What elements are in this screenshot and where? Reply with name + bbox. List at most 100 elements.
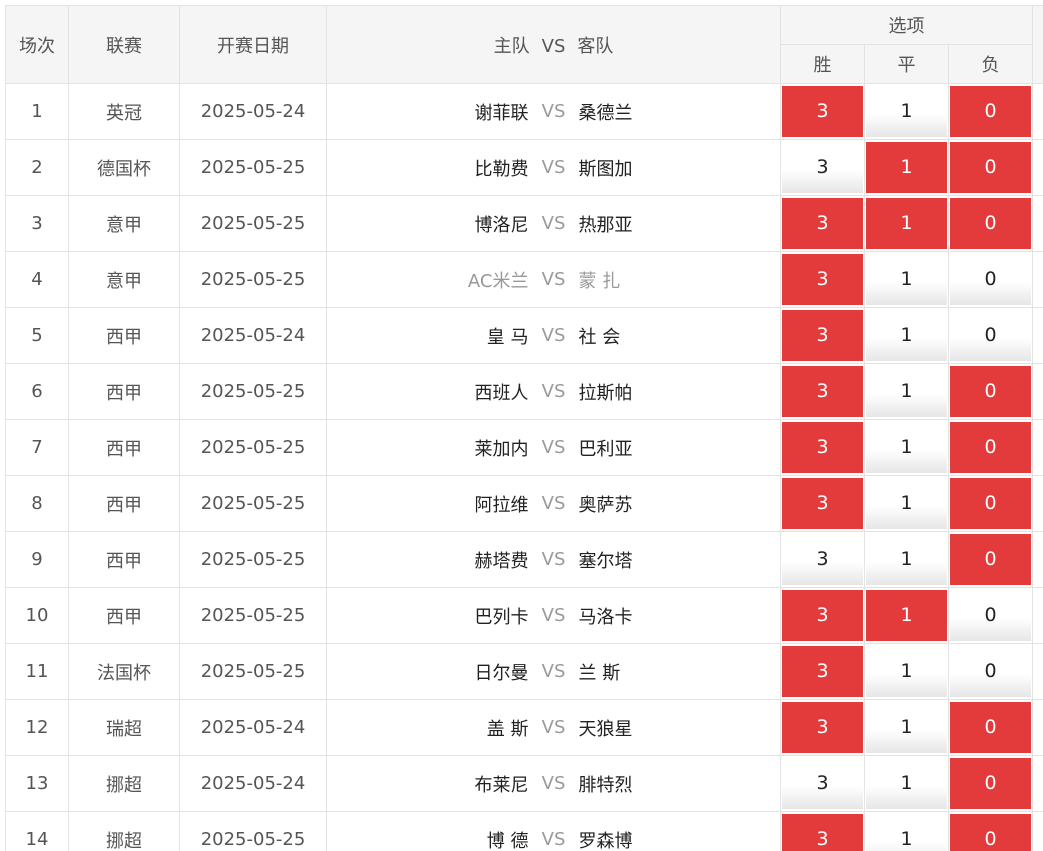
- option-draw-button[interactable]: 1: [866, 86, 947, 137]
- option-win-button[interactable]: 3: [782, 534, 863, 585]
- option-lose-button[interactable]: 0: [950, 422, 1032, 473]
- table-row: 3 意甲 2025-05-25 博洛尼 VS 热那亚 3 1 0: [5, 195, 1043, 252]
- option-win-button[interactable]: 3: [782, 646, 863, 697]
- option-win-button[interactable]: 3: [782, 142, 863, 193]
- lottery-table-container: 场次 联赛 开赛日期 主队 VS 客队 选项 胜 平 负 1 英冠 2025-05-24…: [5, 5, 1043, 851]
- option-draw-button[interactable]: 1: [866, 366, 947, 417]
- option-lose-button[interactable]: 0: [950, 366, 1032, 417]
- row-extra-cell: [1032, 811, 1043, 851]
- row-extra-cell: [1032, 587, 1043, 644]
- option-lose-button[interactable]: 0: [950, 702, 1032, 753]
- table-header: 场次 联赛 开赛日期 主队 VS 客队 选项 胜 平 负: [5, 5, 1043, 84]
- away-team: 桑德兰: [578, 102, 633, 124]
- option-draw-cell: 1: [864, 531, 949, 588]
- option-lose-button[interactable]: 0: [950, 478, 1032, 529]
- option-draw-button[interactable]: 1: [866, 646, 947, 697]
- option-draw-cell: 1: [864, 643, 949, 700]
- option-draw-button[interactable]: 1: [866, 142, 947, 193]
- away-team: 腓特烈: [578, 774, 633, 796]
- away-team: 兰 斯: [578, 662, 621, 684]
- match-number: 5: [5, 307, 69, 364]
- row-extra-cell: [1032, 419, 1043, 476]
- option-draw-button[interactable]: 1: [866, 590, 947, 641]
- option-win-cell: 3: [780, 699, 865, 756]
- option-win-button[interactable]: 3: [782, 478, 863, 529]
- option-lose-cell: 0: [947, 195, 1034, 252]
- option-lose-button[interactable]: 0: [950, 142, 1032, 193]
- home-team: 赫塔费: [474, 550, 529, 572]
- option-draw-cell: 1: [864, 307, 949, 364]
- vs-label: VS: [541, 101, 566, 122]
- away-team: 奥萨苏: [578, 494, 633, 516]
- away-team: 社 会: [578, 326, 621, 348]
- row-extra-cell: [1032, 475, 1043, 532]
- option-lose-cell: 0: [947, 83, 1034, 140]
- option-win-cell: 3: [780, 475, 865, 532]
- option-lose-button[interactable]: 0: [950, 534, 1032, 585]
- option-draw-button[interactable]: 1: [866, 254, 947, 305]
- match-league: 挪超: [68, 755, 180, 812]
- row-extra-cell: [1032, 643, 1043, 700]
- table-row: 6 西甲 2025-05-25 西班人 VS 拉斯帕 3 1 0: [5, 363, 1043, 420]
- option-win-cell: 3: [780, 811, 865, 851]
- option-win-button[interactable]: 3: [782, 86, 863, 137]
- match-date: 2025-05-24: [179, 83, 327, 140]
- match-date: 2025-05-25: [179, 643, 327, 700]
- home-team: 巴列卡: [474, 606, 529, 628]
- match-teams: 盖 斯 VS 天狼星: [326, 699, 781, 756]
- option-draw-button[interactable]: 1: [866, 422, 947, 473]
- match-league: 西甲: [68, 419, 180, 476]
- option-lose-button[interactable]: 0: [950, 198, 1032, 249]
- vs-label: VS: [541, 157, 566, 178]
- vs-label: VS: [541, 829, 566, 850]
- option-draw-button[interactable]: 1: [866, 310, 947, 361]
- table-row: 1 英冠 2025-05-24 谢菲联 VS 桑德兰 3 1 0: [5, 83, 1043, 140]
- option-win-button[interactable]: 3: [782, 758, 863, 809]
- option-lose-button[interactable]: 0: [950, 86, 1032, 137]
- option-draw-button[interactable]: 1: [866, 758, 947, 809]
- table-row: 4 意甲 2025-05-25 AC米兰 VS 蒙 扎 310: [5, 251, 1043, 308]
- match-date: 2025-05-25: [179, 475, 327, 532]
- option-lose-button[interactable]: 0: [950, 310, 1032, 361]
- option-win-button[interactable]: 3: [782, 422, 863, 473]
- vs-label: VS: [541, 493, 566, 514]
- match-number: 10: [5, 587, 69, 644]
- away-team: 罗森博: [578, 830, 633, 851]
- option-win-button[interactable]: 3: [782, 254, 863, 305]
- option-lose-button[interactable]: 0: [950, 758, 1032, 809]
- vs-label: VS: [541, 325, 566, 346]
- option-draw-button[interactable]: 1: [866, 702, 947, 753]
- row-extra-cell: [1032, 755, 1043, 812]
- match-teams: 皇 马 VS 社 会: [326, 307, 781, 364]
- header-date: 开赛日期: [179, 5, 327, 84]
- option-win-button[interactable]: 3: [782, 310, 863, 361]
- match-teams: 博洛尼 VS 热那亚: [326, 195, 781, 252]
- match-date: 2025-05-25: [179, 587, 327, 644]
- option-win-button[interactable]: 3: [782, 814, 863, 851]
- option-lose-button[interactable]: 0: [950, 814, 1032, 851]
- table-row: 14 挪超 2025-05-25 博 德 VS 罗森博 3 1 0: [5, 811, 1043, 851]
- option-draw-button[interactable]: 1: [866, 198, 947, 249]
- match-league: 西甲: [68, 531, 180, 588]
- home-team: 谢菲联: [474, 102, 529, 124]
- header-extra: [1032, 5, 1043, 84]
- option-lose-button[interactable]: 0: [950, 254, 1032, 305]
- option-draw-button[interactable]: 1: [866, 814, 947, 851]
- match-number: 4: [5, 251, 69, 308]
- option-lose-button[interactable]: 0: [950, 646, 1032, 697]
- option-lose-cell: 0: [947, 251, 1034, 308]
- option-win-button[interactable]: 3: [782, 366, 863, 417]
- row-extra-cell: [1032, 251, 1043, 308]
- option-draw-button[interactable]: 1: [866, 478, 947, 529]
- option-win-button[interactable]: 3: [782, 590, 863, 641]
- option-lose-cell: 0: [947, 139, 1034, 196]
- option-win-button[interactable]: 3: [782, 198, 863, 249]
- header-opt-lose: 负: [947, 44, 1034, 84]
- option-lose-button[interactable]: 0: [950, 590, 1032, 641]
- match-teams: 谢菲联 VS 桑德兰: [326, 83, 781, 140]
- table-row: 2 德国杯 2025-05-25 比勒费 VS 斯图加 3 1 0: [5, 139, 1043, 196]
- option-win-button[interactable]: 3: [782, 702, 863, 753]
- option-draw-button[interactable]: 1: [866, 534, 947, 585]
- match-date: 2025-05-25: [179, 811, 327, 851]
- away-team: 热那亚: [578, 214, 633, 236]
